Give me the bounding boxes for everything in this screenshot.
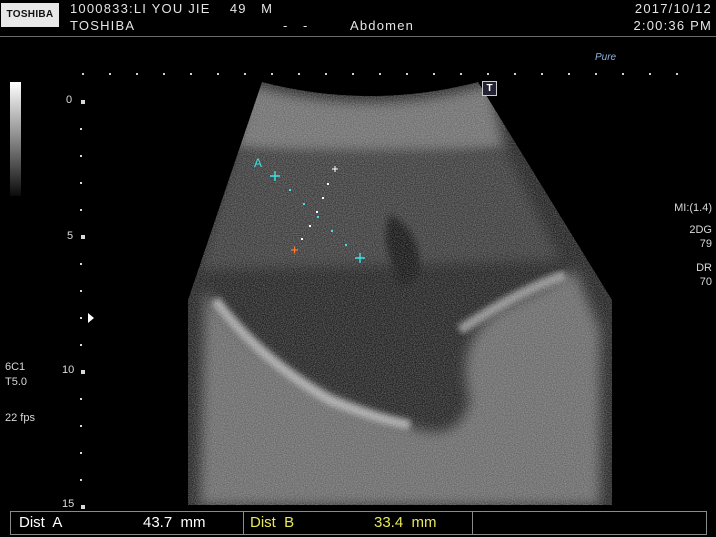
depth-tick (80, 317, 82, 319)
depth-tick (80, 263, 82, 265)
depth-tick (80, 128, 82, 130)
top-dot (217, 73, 219, 75)
gain-value: 79 (699, 238, 712, 250)
depth-label-5: 5 (67, 230, 74, 242)
empty-measure-cell (472, 512, 705, 534)
top-dot (190, 73, 192, 75)
dist-b-value: 33.4 mm (374, 514, 437, 531)
depth-tick (80, 182, 82, 184)
top-dot (163, 73, 165, 75)
depth-tick (81, 370, 85, 374)
top-dot (136, 73, 138, 75)
dist-a-label: Dist A (19, 514, 63, 531)
frame-rate: 22 fps (5, 412, 35, 424)
preset-label: T5.0 (5, 376, 28, 388)
top-dot-row (82, 73, 678, 75)
grayscale-bar (10, 82, 21, 196)
depth-tick (80, 479, 82, 481)
dr-value: 70 (699, 276, 712, 288)
toshiba-logo: TOSHIBA (1, 3, 59, 27)
depth-label-0: 0 (66, 94, 73, 106)
depth-tick (80, 209, 82, 211)
top-dot (649, 73, 651, 75)
depth-tick (80, 398, 82, 400)
top-dot (622, 73, 624, 75)
apure-logo: Pure (595, 52, 617, 63)
top-dot (379, 73, 381, 75)
system-name: TOSHIBA (70, 18, 136, 33)
top-dot (352, 73, 354, 75)
top-dot (271, 73, 273, 75)
patient-info: 1000833:LI YOU JIE 49 M (70, 1, 274, 16)
depth-tick (80, 155, 82, 157)
measurement-footer: Dist A 43.7 mm Dist B 33.4 mm (10, 511, 707, 535)
top-dot (433, 73, 435, 75)
exam-time: 2:00:36 PM (633, 18, 712, 33)
dist-b-label: Dist B (250, 514, 295, 531)
dist-a-value: 43.7 mm (143, 514, 206, 531)
depth-label-10: 10 (62, 364, 75, 376)
depth-tick (81, 505, 85, 509)
top-dot (406, 73, 408, 75)
depth-tick (81, 235, 85, 239)
dr-label: DR (696, 262, 712, 274)
focus-marker-icon[interactable]: T (482, 81, 497, 96)
depth-tick (80, 425, 82, 427)
caliper-a-letter: A (254, 156, 262, 170)
gain-label: 2DG (689, 224, 712, 236)
exam-placeholder: - - (283, 18, 309, 33)
exam-region: Abdomen (350, 18, 415, 33)
top-dot (514, 73, 516, 75)
depth-tick (81, 100, 85, 104)
depth-tick (80, 452, 82, 454)
top-dot (460, 73, 462, 75)
top-dot (487, 73, 489, 75)
exam-date: 2017/10/12 (634, 1, 712, 16)
focus-arrow-icon[interactable] (88, 313, 94, 323)
top-dot (676, 73, 678, 75)
top-dot (325, 73, 327, 75)
top-dot (595, 73, 597, 75)
top-dot (568, 73, 570, 75)
top-dot (82, 73, 84, 75)
ultrasound-image: A (82, 73, 678, 505)
scan-sector (188, 82, 612, 505)
top-dot (244, 73, 246, 75)
probe-label: 6C1 (5, 361, 26, 373)
depth-tick (80, 344, 82, 346)
mi-value: MI:(1.4) (674, 202, 712, 214)
dist-b-cell: Dist B 33.4 mm (243, 512, 473, 534)
top-dot (298, 73, 300, 75)
header-bar: TOSHIBA 1000833:LI YOU JIE 49 M TOSHIBA … (0, 0, 716, 37)
dist-a-cell: Dist A 43.7 mm (11, 512, 244, 534)
top-dot (109, 73, 111, 75)
depth-label-15: 15 (62, 498, 75, 510)
top-dot (541, 73, 543, 75)
depth-tick (80, 290, 82, 292)
